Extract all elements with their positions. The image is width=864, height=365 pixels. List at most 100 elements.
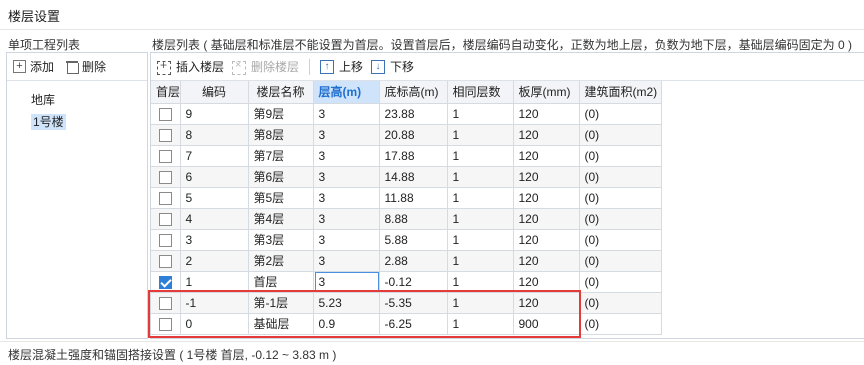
bottom-elevation-cell[interactable]: 20.88 [379, 124, 448, 146]
code-cell[interactable]: -1 [180, 292, 249, 314]
bottom-elevation-cell[interactable]: 11.88 [379, 187, 448, 209]
first-floor-checkbox-cell[interactable] [151, 103, 181, 125]
floor-height-cell[interactable]: 3 [313, 145, 380, 167]
col-header-floor-name[interactable]: 楼层名称 [248, 81, 314, 104]
floor-height-cell[interactable]: 3 [313, 229, 380, 251]
table-row[interactable]: 5 第5层 3 11.88 1 120 (0) [151, 187, 662, 209]
slab-thickness-cell[interactable]: 120 [513, 229, 580, 251]
floor-name-cell[interactable]: 第3层 [248, 229, 314, 251]
slab-thickness-cell[interactable]: 120 [513, 208, 580, 230]
floor-height-cell[interactable]: 5.23 [313, 292, 380, 314]
same-count-cell[interactable]: 1 [447, 187, 514, 209]
delete-floor-button[interactable]: 删除楼层 [232, 58, 299, 75]
first-floor-checkbox-cell[interactable] [151, 313, 181, 335]
floor-name-cell[interactable]: 第5层 [248, 187, 314, 209]
code-cell[interactable]: 2 [180, 250, 249, 272]
same-count-cell[interactable]: 1 [447, 208, 514, 230]
floor-name-cell[interactable]: 第6层 [248, 166, 314, 188]
code-cell[interactable]: 4 [180, 208, 249, 230]
floor-height-cell[interactable]: 0.9 [313, 313, 380, 335]
floor-area-cell[interactable]: (0) [579, 250, 662, 272]
slab-thickness-cell[interactable]: 120 [513, 124, 580, 146]
col-header-slab-thickness[interactable]: 板厚(mm) [513, 81, 580, 104]
first-floor-checkbox[interactable] [158, 128, 172, 142]
table-row[interactable]: 0 基础层 0.9 -6.25 1 900 (0) [151, 313, 662, 335]
slab-thickness-cell[interactable]: 120 [513, 292, 580, 314]
floor-name-cell[interactable]: 第-1层 [248, 292, 314, 314]
table-row[interactable]: 4 第4层 3 8.88 1 120 (0) [151, 208, 662, 230]
code-cell[interactable]: 0 [180, 313, 249, 335]
floor-name-cell[interactable]: 第9层 [248, 103, 314, 125]
first-floor-checkbox-cell[interactable] [151, 166, 181, 188]
same-count-cell[interactable]: 1 [447, 271, 514, 293]
floor-area-cell[interactable]: (0) [579, 103, 662, 125]
first-floor-checkbox[interactable] [158, 107, 172, 121]
same-count-cell[interactable]: 1 [447, 145, 514, 167]
floor-area-cell[interactable]: (0) [579, 292, 662, 314]
tree-item-building-1[interactable]: 1号楼 [7, 111, 147, 133]
floor-area-cell[interactable]: (0) [579, 208, 662, 230]
same-count-cell[interactable]: 1 [447, 313, 514, 335]
floor-height-cell[interactable]: 3 [313, 103, 380, 125]
tree-item-basement[interactable]: 地库 [7, 89, 147, 111]
slab-thickness-cell[interactable]: 120 [513, 187, 580, 209]
col-header-same-count[interactable]: 相同层数 [447, 81, 514, 104]
same-count-cell[interactable]: 1 [447, 166, 514, 188]
bottom-elevation-cell[interactable]: 2.88 [379, 250, 448, 272]
first-floor-checkbox[interactable] [158, 296, 172, 310]
first-floor-checkbox-cell[interactable] [151, 229, 181, 251]
first-floor-checkbox[interactable] [158, 212, 172, 226]
bottom-elevation-cell[interactable]: -6.25 [379, 313, 448, 335]
floor-height-cell[interactable]: 3 [313, 124, 380, 146]
slab-thickness-cell[interactable]: 900 [513, 313, 580, 335]
floor-height-cell[interactable]: 3 [313, 187, 380, 209]
same-count-cell[interactable]: 1 [447, 229, 514, 251]
col-header-code[interactable]: 编码 [180, 81, 249, 104]
first-floor-checkbox[interactable] [158, 191, 172, 205]
slab-thickness-cell[interactable]: 120 [513, 271, 580, 293]
col-header-bottom-elevation[interactable]: 底标高(m) [379, 81, 448, 104]
code-cell[interactable]: 9 [180, 103, 249, 125]
delete-button[interactable]: 删除 [66, 58, 106, 75]
table-row[interactable]: -1 第-1层 5.23 -5.35 1 120 (0) [151, 292, 662, 314]
add-button[interactable]: + 添加 [13, 58, 54, 75]
table-row[interactable]: 2 第2层 3 2.88 1 120 (0) [151, 250, 662, 272]
first-floor-checkbox[interactable] [158, 170, 172, 184]
code-cell[interactable]: 5 [180, 187, 249, 209]
floor-area-cell[interactable]: (0) [579, 271, 662, 293]
bottom-elevation-cell[interactable]: 8.88 [379, 208, 448, 230]
first-floor-checkbox[interactable] [158, 149, 172, 163]
col-header-first-floor[interactable]: 首层 [151, 81, 181, 104]
bottom-elevation-cell[interactable]: 5.88 [379, 229, 448, 251]
floor-area-cell[interactable]: (0) [579, 145, 662, 167]
floor-name-cell[interactable]: 第4层 [248, 208, 314, 230]
table-row[interactable]: 6 第6层 3 14.88 1 120 (0) [151, 166, 662, 188]
floor-name-cell[interactable]: 第7层 [248, 145, 314, 167]
same-count-cell[interactable]: 1 [447, 103, 514, 125]
first-floor-checkbox[interactable] [158, 275, 172, 289]
floor-name-cell[interactable]: 第8层 [248, 124, 314, 146]
col-header-floor-area[interactable]: 建筑面积(m2) [579, 81, 662, 104]
floor-height-cell[interactable]: 3 [313, 166, 380, 188]
bottom-elevation-cell[interactable]: -5.35 [379, 292, 448, 314]
floor-height-editor[interactable]: 3 [314, 271, 378, 291]
floor-height-cell[interactable]: 3 [313, 271, 380, 293]
col-header-floor-height[interactable]: 层高(m) [313, 81, 380, 104]
table-row[interactable]: 1 首层 3 -0.12 1 120 (0) [151, 271, 662, 293]
code-cell[interactable]: 8 [180, 124, 249, 146]
bottom-elevation-cell[interactable]: -0.12 [379, 271, 448, 293]
first-floor-checkbox-cell[interactable] [151, 187, 181, 209]
floor-name-cell[interactable]: 基础层 [248, 313, 314, 335]
floor-area-cell[interactable]: (0) [579, 124, 662, 146]
code-cell[interactable]: 1 [180, 271, 249, 293]
first-floor-checkbox-cell[interactable] [151, 145, 181, 167]
slab-thickness-cell[interactable]: 120 [513, 250, 580, 272]
first-floor-checkbox-cell[interactable] [151, 208, 181, 230]
bottom-elevation-cell[interactable]: 23.88 [379, 103, 448, 125]
code-cell[interactable]: 6 [180, 166, 249, 188]
first-floor-checkbox-cell[interactable] [151, 292, 181, 314]
move-up-button[interactable]: ↑ 上移 [320, 58, 363, 75]
floor-area-cell[interactable]: (0) [579, 229, 662, 251]
first-floor-checkbox[interactable] [158, 233, 172, 247]
floor-height-cell[interactable]: 3 [313, 208, 380, 230]
